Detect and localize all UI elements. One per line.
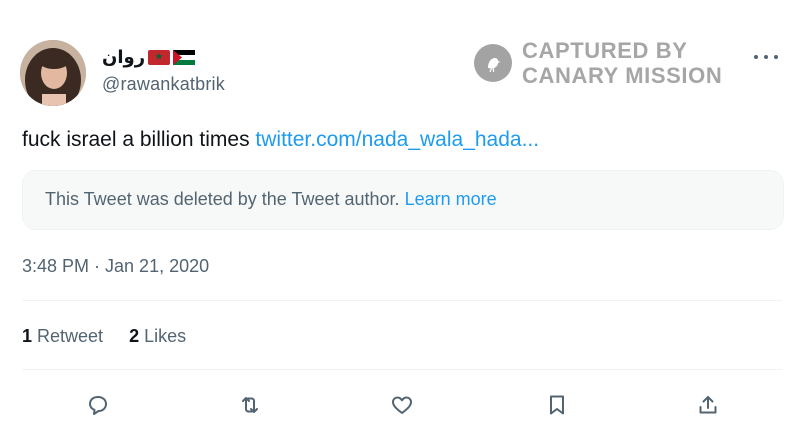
retweet-label: Retweet [32, 326, 104, 346]
avatar[interactable] [20, 40, 86, 106]
more-options-icon[interactable] [754, 50, 778, 64]
retweet-count-link[interactable]: 1 Retweet [22, 326, 103, 347]
like-count: 2 [129, 326, 140, 346]
user-info: روان @rawankatbrik [102, 44, 225, 95]
tweet-link[interactable]: twitter.com/nada_wala_hada... [255, 128, 539, 151]
retweet-count: 1 [22, 326, 33, 346]
bookmark-icon[interactable] [543, 391, 571, 419]
tweet-header: روان @rawankatbrik CAPTURED BY CANARY MI… [20, 38, 780, 106]
display-name-row[interactable]: روان [102, 44, 225, 70]
share-icon[interactable] [694, 391, 722, 419]
canary-bird-icon [474, 44, 512, 82]
avatar-image [20, 40, 86, 106]
reply-icon[interactable] [84, 391, 112, 419]
retweet-icon[interactable] [236, 391, 264, 419]
display-name[interactable]: روان [102, 47, 145, 68]
tweet-timestamp[interactable]: 3:48 PM · Jan 21, 2020 [22, 256, 209, 277]
deleted-tweet-notice: This Tweet was deleted by the Tweet auth… [22, 170, 784, 230]
user-handle[interactable]: @rawankatbrik [102, 74, 225, 95]
tweet-body: fuck israel a billion times [22, 128, 256, 151]
divider [22, 300, 782, 301]
deleted-notice-text: This Tweet was deleted by the Tweet auth… [45, 189, 405, 209]
watermark-text: CAPTURED BY CANARY MISSION [522, 38, 722, 88]
watermark-line-2: CANARY MISSION [522, 63, 723, 88]
palestine-flag-icon [173, 49, 196, 65]
watermark-line-1: CAPTURED BY [522, 38, 688, 63]
morocco-flag-icon [148, 49, 171, 65]
like-count-link[interactable]: 2 Likes [129, 326, 186, 347]
tweet-text: fuck israel a billion times twitter.com/… [22, 128, 539, 152]
tweet-stats: 1 Retweet 2 Likes [22, 326, 212, 347]
like-icon[interactable] [388, 391, 416, 419]
tweet-actions [0, 391, 800, 421]
like-label: Likes [139, 326, 187, 346]
divider [22, 369, 782, 370]
learn-more-link[interactable]: Learn more [405, 189, 497, 209]
canary-mission-watermark: CAPTURED BY CANARY MISSION [474, 38, 722, 88]
